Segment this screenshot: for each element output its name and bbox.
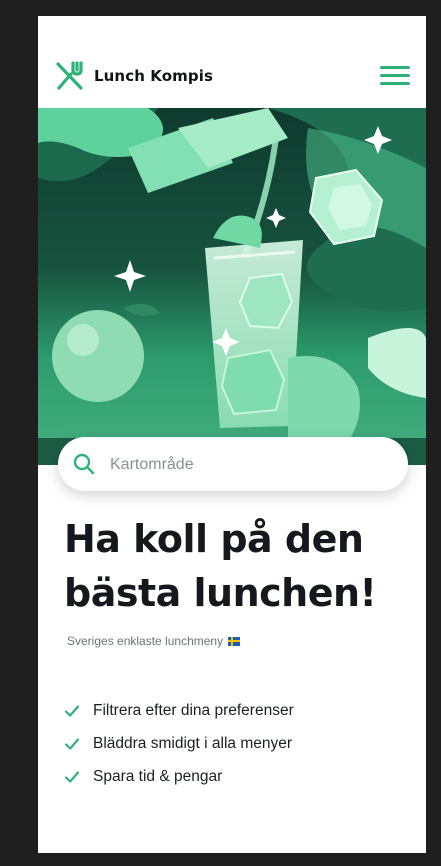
feature-list: Filtrera efter dina preferenser Bläddra … xyxy=(64,694,294,793)
hero-illustration xyxy=(38,108,426,465)
hamburger-menu-icon[interactable] xyxy=(380,66,410,86)
search-icon xyxy=(72,452,96,481)
check-icon xyxy=(64,770,80,783)
feature-label: Filtrera efter dina preferenser xyxy=(93,701,294,719)
check-icon xyxy=(64,704,80,717)
swedish-flag-icon xyxy=(228,636,241,646)
check-icon xyxy=(64,737,80,750)
page-title: Ha koll på den bästa lunchen! xyxy=(64,512,404,620)
feature-label: Spara tid & pengar xyxy=(93,767,223,785)
search-input[interactable] xyxy=(108,437,392,493)
headline-line-1: Ha koll på den xyxy=(64,517,364,561)
app-frame: Lunch Kompis Kartområde Ha koll på den b… xyxy=(38,16,426,853)
top-navigation: Lunch Kompis xyxy=(38,16,426,108)
feature-label: Bläddra smidigt i alla menyer xyxy=(93,734,293,752)
feature-item: Filtrera efter dina preferenser xyxy=(64,694,294,727)
brand-name: Lunch Kompis xyxy=(94,67,214,85)
subtitle-text: Sveriges enklaste lunchmeny xyxy=(67,634,224,648)
subtitle: Sveriges enklaste lunchmeny xyxy=(67,634,241,648)
feature-item: Bläddra smidigt i alla menyer xyxy=(64,727,294,760)
fork-knife-icon xyxy=(54,60,86,92)
search-bar[interactable] xyxy=(58,437,408,493)
brand-logo[interactable]: Lunch Kompis xyxy=(54,60,213,92)
feature-item: Spara tid & pengar xyxy=(64,760,294,793)
headline-line-2: bästa lunchen! xyxy=(64,571,377,615)
